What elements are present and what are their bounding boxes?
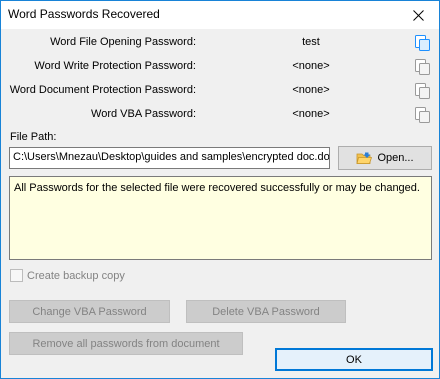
file-path-field[interactable]: C:\Users\Mnezau\Desktop\guides and sampl… — [9, 147, 330, 169]
window-title: Word Passwords Recovered — [8, 7, 160, 21]
status-message-box: All Passwords for the selected file were… — [9, 176, 432, 260]
copy-document-protection-password-button[interactable] — [414, 82, 432, 100]
document-protection-password-value: <none> — [292, 84, 330, 96]
remove-all-passwords-button[interactable]: Remove all passwords from document — [9, 332, 243, 355]
copy-vba-password-button[interactable] — [414, 106, 432, 124]
copy-icon — [415, 107, 430, 123]
file-opening-password-label: Word File Opening Password: — [50, 36, 196, 48]
remove-all-passwords-label: Remove all passwords from document — [32, 337, 220, 350]
create-backup-option[interactable]: Create backup copy — [10, 269, 125, 282]
file-path-label: File Path: — [10, 131, 57, 143]
change-vba-password-button[interactable]: Change VBA Password — [9, 300, 170, 323]
title-bar: Word Passwords Recovered — [1, 1, 439, 29]
copy-icon — [415, 59, 430, 75]
status-message: All Passwords for the selected file were… — [14, 182, 420, 194]
close-button[interactable] — [397, 1, 439, 29]
copy-icon — [415, 35, 430, 51]
ok-button[interactable]: OK — [275, 348, 433, 371]
open-button[interactable]: Open... — [338, 146, 432, 170]
open-button-label: Open... — [377, 152, 414, 164]
file-opening-password-value: test — [302, 36, 320, 48]
open-folder-icon — [356, 152, 373, 164]
delete-vba-password-label: Delete VBA Password — [212, 305, 320, 318]
create-backup-checkbox[interactable] — [10, 269, 23, 282]
vba-password-label: Word VBA Password: — [91, 108, 196, 120]
write-protection-password-label: Word Write Protection Password: — [34, 60, 196, 72]
document-protection-password-label: Word Document Protection Password: — [9, 84, 196, 96]
delete-vba-password-button[interactable]: Delete VBA Password — [186, 300, 346, 323]
close-icon — [412, 9, 424, 21]
ok-button-label: OK — [346, 353, 362, 366]
copy-icon — [415, 83, 430, 99]
vba-password-value: <none> — [292, 108, 330, 120]
write-protection-password-value: <none> — [292, 60, 330, 72]
copy-file-opening-password-button[interactable] — [414, 34, 432, 52]
change-vba-password-label: Change VBA Password — [32, 305, 147, 318]
create-backup-label: Create backup copy — [27, 269, 125, 282]
dialog-window: Word Passwords Recovered Word File Openi… — [0, 0, 440, 379]
copy-write-protection-password-button[interactable] — [414, 58, 432, 76]
